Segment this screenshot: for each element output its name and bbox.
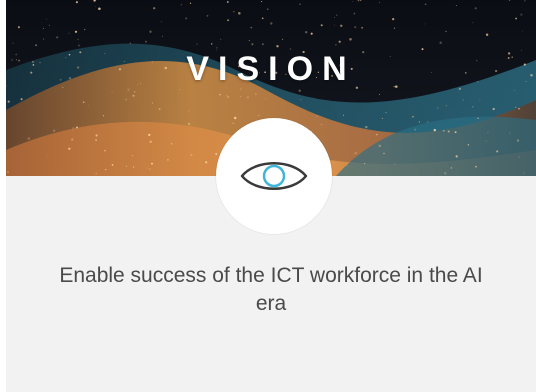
eye-icon [240, 162, 308, 190]
card-title: VISION [186, 50, 356, 88]
vision-statement: Enable success of the ICT workforce in t… [59, 264, 483, 315]
icon-badge [216, 118, 332, 234]
vision-card: VISION Enable success of the ICT workfor… [6, 0, 536, 392]
